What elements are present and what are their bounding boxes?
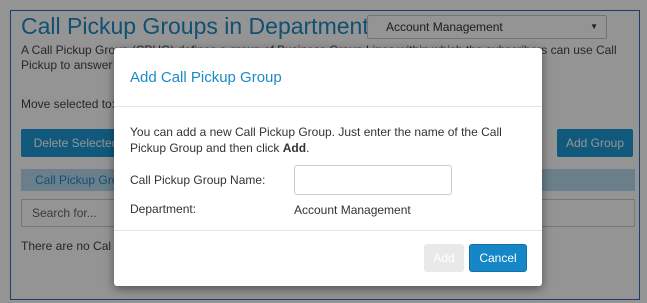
- instructions-text: You can add a new Call Pickup Group. Jus…: [130, 125, 502, 155]
- department-label: Department:: [130, 202, 197, 216]
- modal-header: Add Call Pickup Group: [114, 48, 542, 107]
- cancel-button[interactable]: Cancel: [469, 244, 527, 272]
- group-name-label: Call Pickup Group Name:: [130, 173, 266, 187]
- instructions-period: .: [306, 141, 310, 155]
- department-value: Account Management: [294, 203, 411, 217]
- group-name-input[interactable]: [294, 165, 452, 195]
- instructions-add-emphasis: Add: [282, 141, 307, 155]
- add-button[interactable]: Add: [424, 244, 464, 272]
- modal-instructions: You can add a new Call Pickup Group. Jus…: [130, 124, 520, 156]
- modal-title: Add Call Pickup Group: [130, 69, 282, 86]
- modal-footer: Add Cancel: [114, 230, 542, 287]
- add-call-pickup-group-dialog: Add Call Pickup Group You can add a new …: [114, 48, 542, 286]
